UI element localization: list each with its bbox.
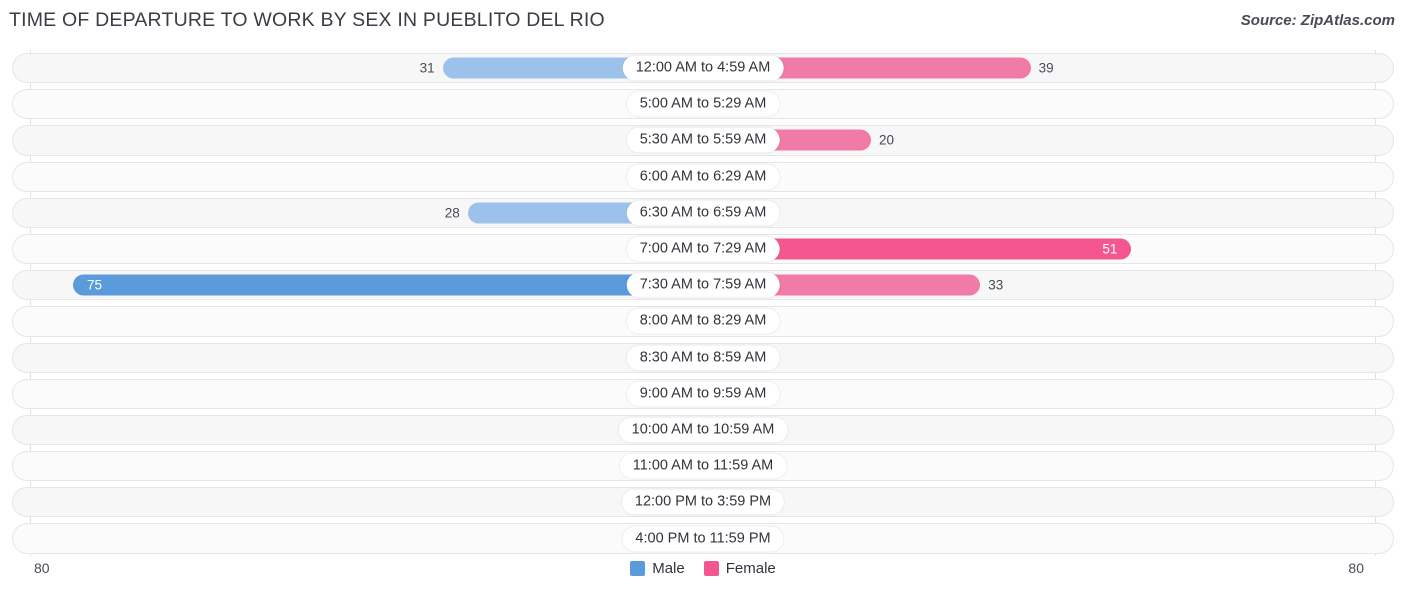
bar-row[interactable]: 0011:00 AM to 11:59 AM xyxy=(12,448,1394,484)
bar-value-male: 31 xyxy=(419,60,435,76)
legend-swatch-female-icon xyxy=(703,561,719,576)
bar-row[interactable]: 0517:00 AM to 7:29 AM xyxy=(12,231,1394,267)
bar-row[interactable]: 008:30 AM to 8:59 AM xyxy=(12,340,1394,376)
chart-legend: Male Female xyxy=(0,560,1406,577)
bar-row[interactable]: 006:00 AM to 6:29 AM xyxy=(12,159,1394,195)
legend-label-female: Female xyxy=(725,560,776,577)
chart-header: TIME OF DEPARTURE TO WORK BY SEX IN PUEB… xyxy=(0,0,1406,44)
category-label: 7:30 AM to 7:59 AM xyxy=(626,272,780,298)
category-label: 4:00 PM to 11:59 PM xyxy=(622,526,784,552)
category-label: 6:30 AM to 6:59 AM xyxy=(626,200,780,226)
bar-value-female: 20 xyxy=(879,132,895,148)
category-label: 5:30 AM to 5:59 AM xyxy=(626,127,780,153)
bar-value-male: 75 xyxy=(87,277,103,293)
legend-item-female[interactable]: Female xyxy=(703,560,776,577)
bar-value-female: 51 xyxy=(1102,241,1118,257)
chart-footer: 80 80 Male Female xyxy=(0,556,1406,594)
bar-row[interactable]: 0205:30 AM to 5:59 AM xyxy=(12,122,1394,158)
bar-row[interactable]: 75 33 7:30 AM to 7:59 AM xyxy=(12,267,1394,303)
category-label: 5:00 AM to 5:29 AM xyxy=(626,91,780,117)
category-label: 8:30 AM to 8:59 AM xyxy=(626,345,780,371)
source-attribution: Source: ZipAtlas.com xyxy=(1240,12,1395,29)
category-label: 12:00 AM to 4:59 AM xyxy=(622,55,784,81)
bar-row[interactable]: 009:00 AM to 9:59 AM xyxy=(12,376,1394,412)
legend-label-male: Male xyxy=(652,560,685,577)
bar-row[interactable]: 31 39 12:00 AM to 4:59 AM xyxy=(12,50,1394,86)
category-label: 9:00 AM to 9:59 AM xyxy=(626,381,780,407)
bar-row[interactable]: 005:00 AM to 5:29 AM xyxy=(12,86,1394,122)
bar-row[interactable]: 0010:00 AM to 10:59 AM xyxy=(12,412,1394,448)
category-label: 11:00 AM to 11:59 AM xyxy=(619,453,787,479)
bar-value-male: 28 xyxy=(444,205,460,221)
legend-swatch-male-icon xyxy=(630,561,646,576)
bar-row[interactable]: 008:00 AM to 8:29 AM xyxy=(12,303,1394,339)
page-title: TIME OF DEPARTURE TO WORK BY SEX IN PUEB… xyxy=(9,9,605,31)
bar-male[interactable] xyxy=(73,274,703,296)
category-label: 12:00 PM to 3:59 PM xyxy=(621,489,785,515)
bar-row[interactable]: 004:00 PM to 11:59 PM xyxy=(12,520,1394,556)
bar-row[interactable]: 0012:00 PM to 3:59 PM xyxy=(12,484,1394,520)
bar-rows-container: 31 39 12:00 AM to 4:59 AM 005:00 AM to 5:29… xyxy=(12,50,1394,557)
category-label: 10:00 AM to 10:59 AM xyxy=(618,417,788,443)
bar-value-female: 33 xyxy=(988,277,1004,293)
category-label: 8:00 AM to 8:29 AM xyxy=(626,308,780,334)
chart-page: TIME OF DEPARTURE TO WORK BY SEX IN PUEB… xyxy=(0,0,1406,594)
legend-item-male[interactable]: Male xyxy=(630,560,685,577)
bar-value-female: 39 xyxy=(1038,60,1054,76)
bar-row[interactable]: 2806:30 AM to 6:59 AM xyxy=(12,195,1394,231)
category-label: 6:00 AM to 6:29 AM xyxy=(626,164,780,190)
category-label: 7:00 AM to 7:29 AM xyxy=(626,236,780,262)
chart-plot-area: 31 39 12:00 AM to 4:59 AM 005:00 AM to 5:29… xyxy=(12,50,1394,556)
